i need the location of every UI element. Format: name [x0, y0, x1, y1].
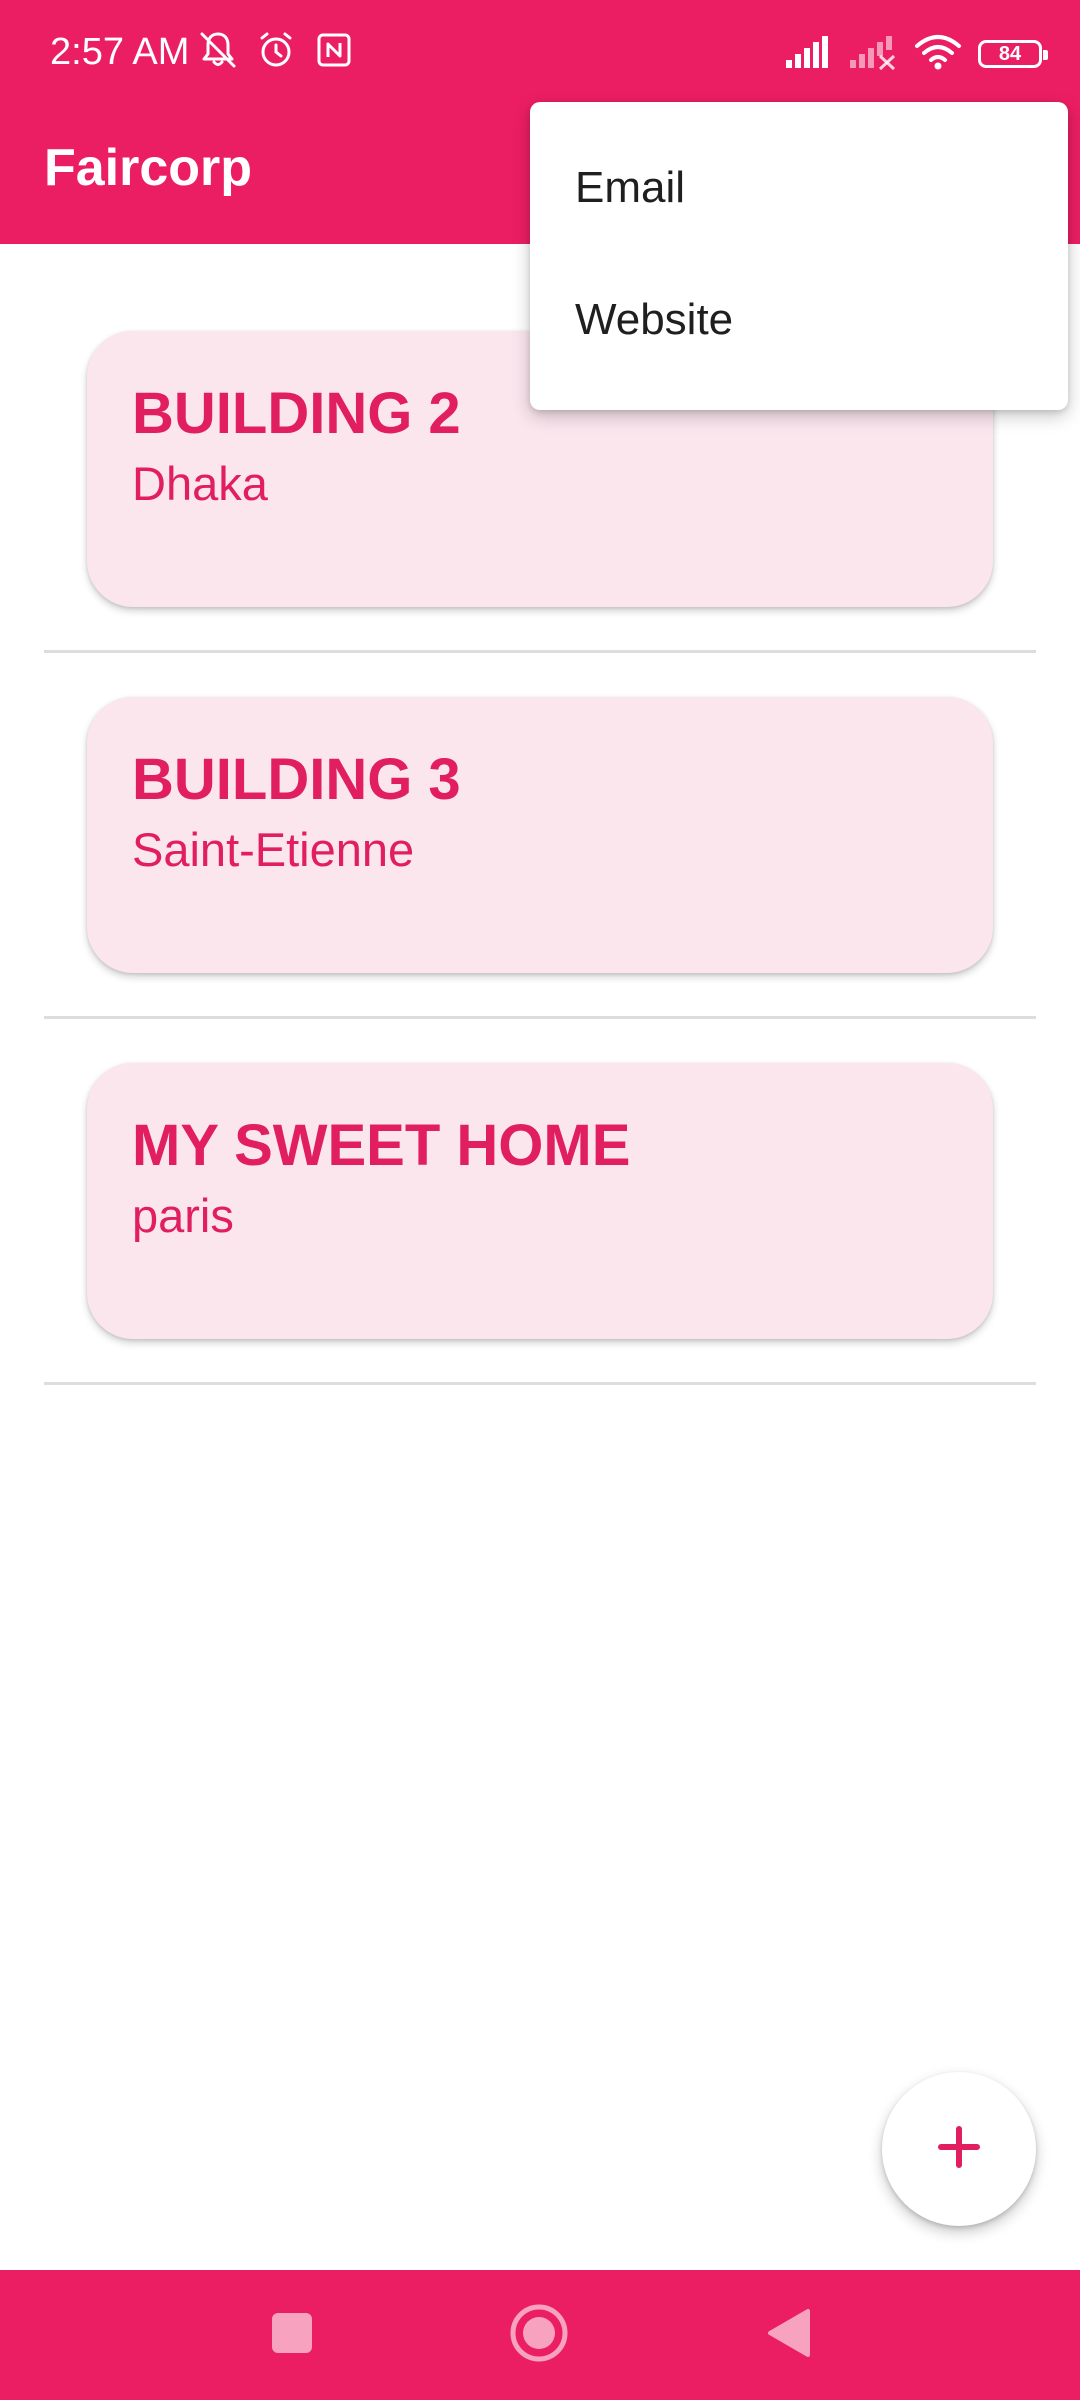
list-item: BUILDING 3 Saint-Etienne — [0, 610, 1080, 1019]
alarm-icon — [254, 28, 298, 77]
status-left-icons — [196, 30, 356, 74]
menu-item-email[interactable]: Email — [530, 122, 1068, 252]
divider — [44, 1382, 1036, 1385]
menu-item-label: Website — [575, 295, 734, 344]
list-item: MY SWEET HOME paris — [0, 976, 1080, 1385]
battery-icon: 84 — [978, 40, 1048, 68]
home-button[interactable] — [499, 2295, 579, 2375]
bell-muted-icon — [196, 28, 240, 77]
cell-signal-no-service-icon — [848, 32, 898, 77]
building-name: BUILDING 3 — [132, 747, 461, 812]
back-button[interactable] — [748, 2295, 828, 2375]
cell-signal-icon — [784, 32, 832, 77]
building-city: Saint-Etienne — [132, 823, 415, 876]
wifi-icon — [914, 32, 962, 77]
building-name: BUILDING 2 — [132, 381, 461, 446]
status-time: 2:57 AM — [50, 31, 190, 73]
battery-level: 84 — [998, 43, 1022, 65]
status-bar: 2:57 AM 84 — [0, 0, 1080, 104]
building-card[interactable]: MY SWEET HOME paris — [87, 1063, 993, 1339]
recents-square-icon — [270, 2311, 314, 2360]
app-title: Faircorp — [44, 139, 253, 197]
add-building-button[interactable] — [882, 2072, 1036, 2226]
overflow-menu: Email Website — [530, 102, 1068, 410]
building-city: Dhaka — [132, 457, 268, 510]
home-circle-icon — [509, 2303, 569, 2368]
status-right-icons: 84 — [784, 32, 1048, 77]
building-name: MY SWEET HOME — [132, 1113, 631, 1178]
nfc-icon — [312, 28, 356, 77]
building-city: paris — [132, 1189, 234, 1242]
menu-item-label: Email — [575, 163, 686, 212]
building-card[interactable]: BUILDING 3 Saint-Etienne — [87, 697, 993, 973]
menu-item-website[interactable]: Website — [530, 254, 1068, 384]
navigation-bar — [0, 2270, 1080, 2400]
plus-icon — [937, 2125, 981, 2174]
recents-button[interactable] — [252, 2295, 332, 2375]
back-triangle-icon — [764, 2307, 812, 2364]
